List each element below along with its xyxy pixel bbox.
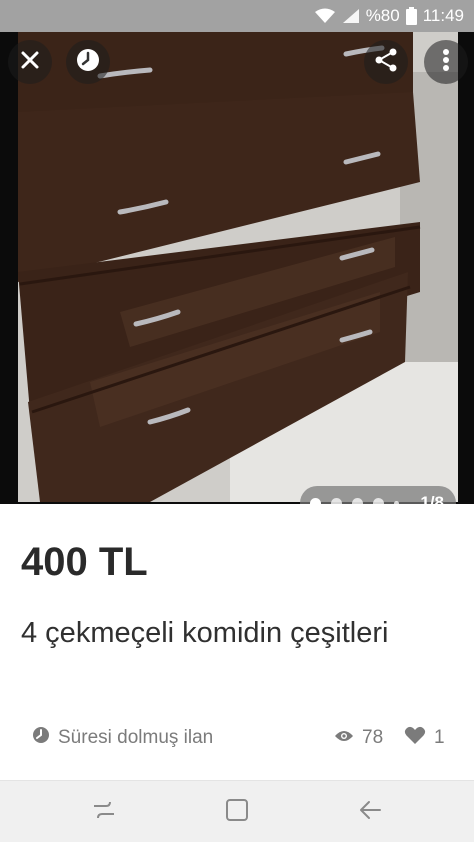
eye-icon bbox=[334, 727, 354, 749]
recent-apps-icon bbox=[92, 800, 116, 825]
listing-meta: Süresi dolmuş ilan 78 1 bbox=[0, 722, 474, 754]
listing-price: 400 TL bbox=[21, 540, 148, 584]
gallery-pager: 1/8 bbox=[300, 486, 456, 504]
view-count: 78 bbox=[334, 722, 383, 754]
pager-dot bbox=[331, 497, 342, 504]
like-button[interactable]: 1 bbox=[404, 722, 445, 754]
pager-dot-active bbox=[310, 497, 321, 504]
pager-dot-small bbox=[394, 500, 399, 504]
system-nav-bar bbox=[0, 780, 474, 842]
recent-apps-button[interactable] bbox=[74, 781, 134, 843]
more-button[interactable] bbox=[424, 40, 468, 84]
wifi-icon bbox=[314, 8, 336, 24]
home-button[interactable] bbox=[207, 781, 267, 843]
back-button[interactable] bbox=[340, 781, 400, 843]
like-count-value: 1 bbox=[434, 727, 445, 748]
gallery-counter: 1/8 bbox=[420, 493, 444, 504]
back-arrow-icon bbox=[358, 800, 382, 825]
clock-icon bbox=[75, 47, 101, 78]
signal-icon bbox=[342, 8, 360, 24]
clock-time: 11:49 bbox=[422, 6, 464, 25]
battery-icon bbox=[405, 7, 417, 25]
view-count-value: 78 bbox=[362, 727, 384, 748]
listing-photo[interactable] bbox=[0, 32, 474, 504]
status-bar: %80 11:49 bbox=[0, 0, 474, 32]
photo-gallery[interactable]: 1/8 bbox=[0, 32, 474, 504]
pager-dot bbox=[373, 497, 384, 504]
battery-percent: %80 bbox=[365, 6, 400, 25]
listing-status: Süresi dolmuş ilan bbox=[32, 722, 213, 754]
history-button[interactable] bbox=[66, 40, 110, 84]
pager-dot bbox=[352, 497, 363, 504]
share-icon bbox=[373, 47, 399, 78]
more-vertical-icon bbox=[442, 48, 450, 77]
close-button[interactable] bbox=[8, 40, 52, 84]
listing-title: 4 çekmeçeli komidin çeşitleri bbox=[21, 617, 389, 649]
share-button[interactable] bbox=[364, 40, 408, 84]
home-icon bbox=[225, 798, 249, 827]
heart-icon bbox=[404, 726, 426, 751]
clock-icon bbox=[32, 726, 50, 750]
status-indicators: %80 11:49 bbox=[314, 0, 464, 32]
listing-status-text: Süresi dolmuş ilan bbox=[58, 727, 214, 748]
close-icon bbox=[20, 50, 40, 75]
